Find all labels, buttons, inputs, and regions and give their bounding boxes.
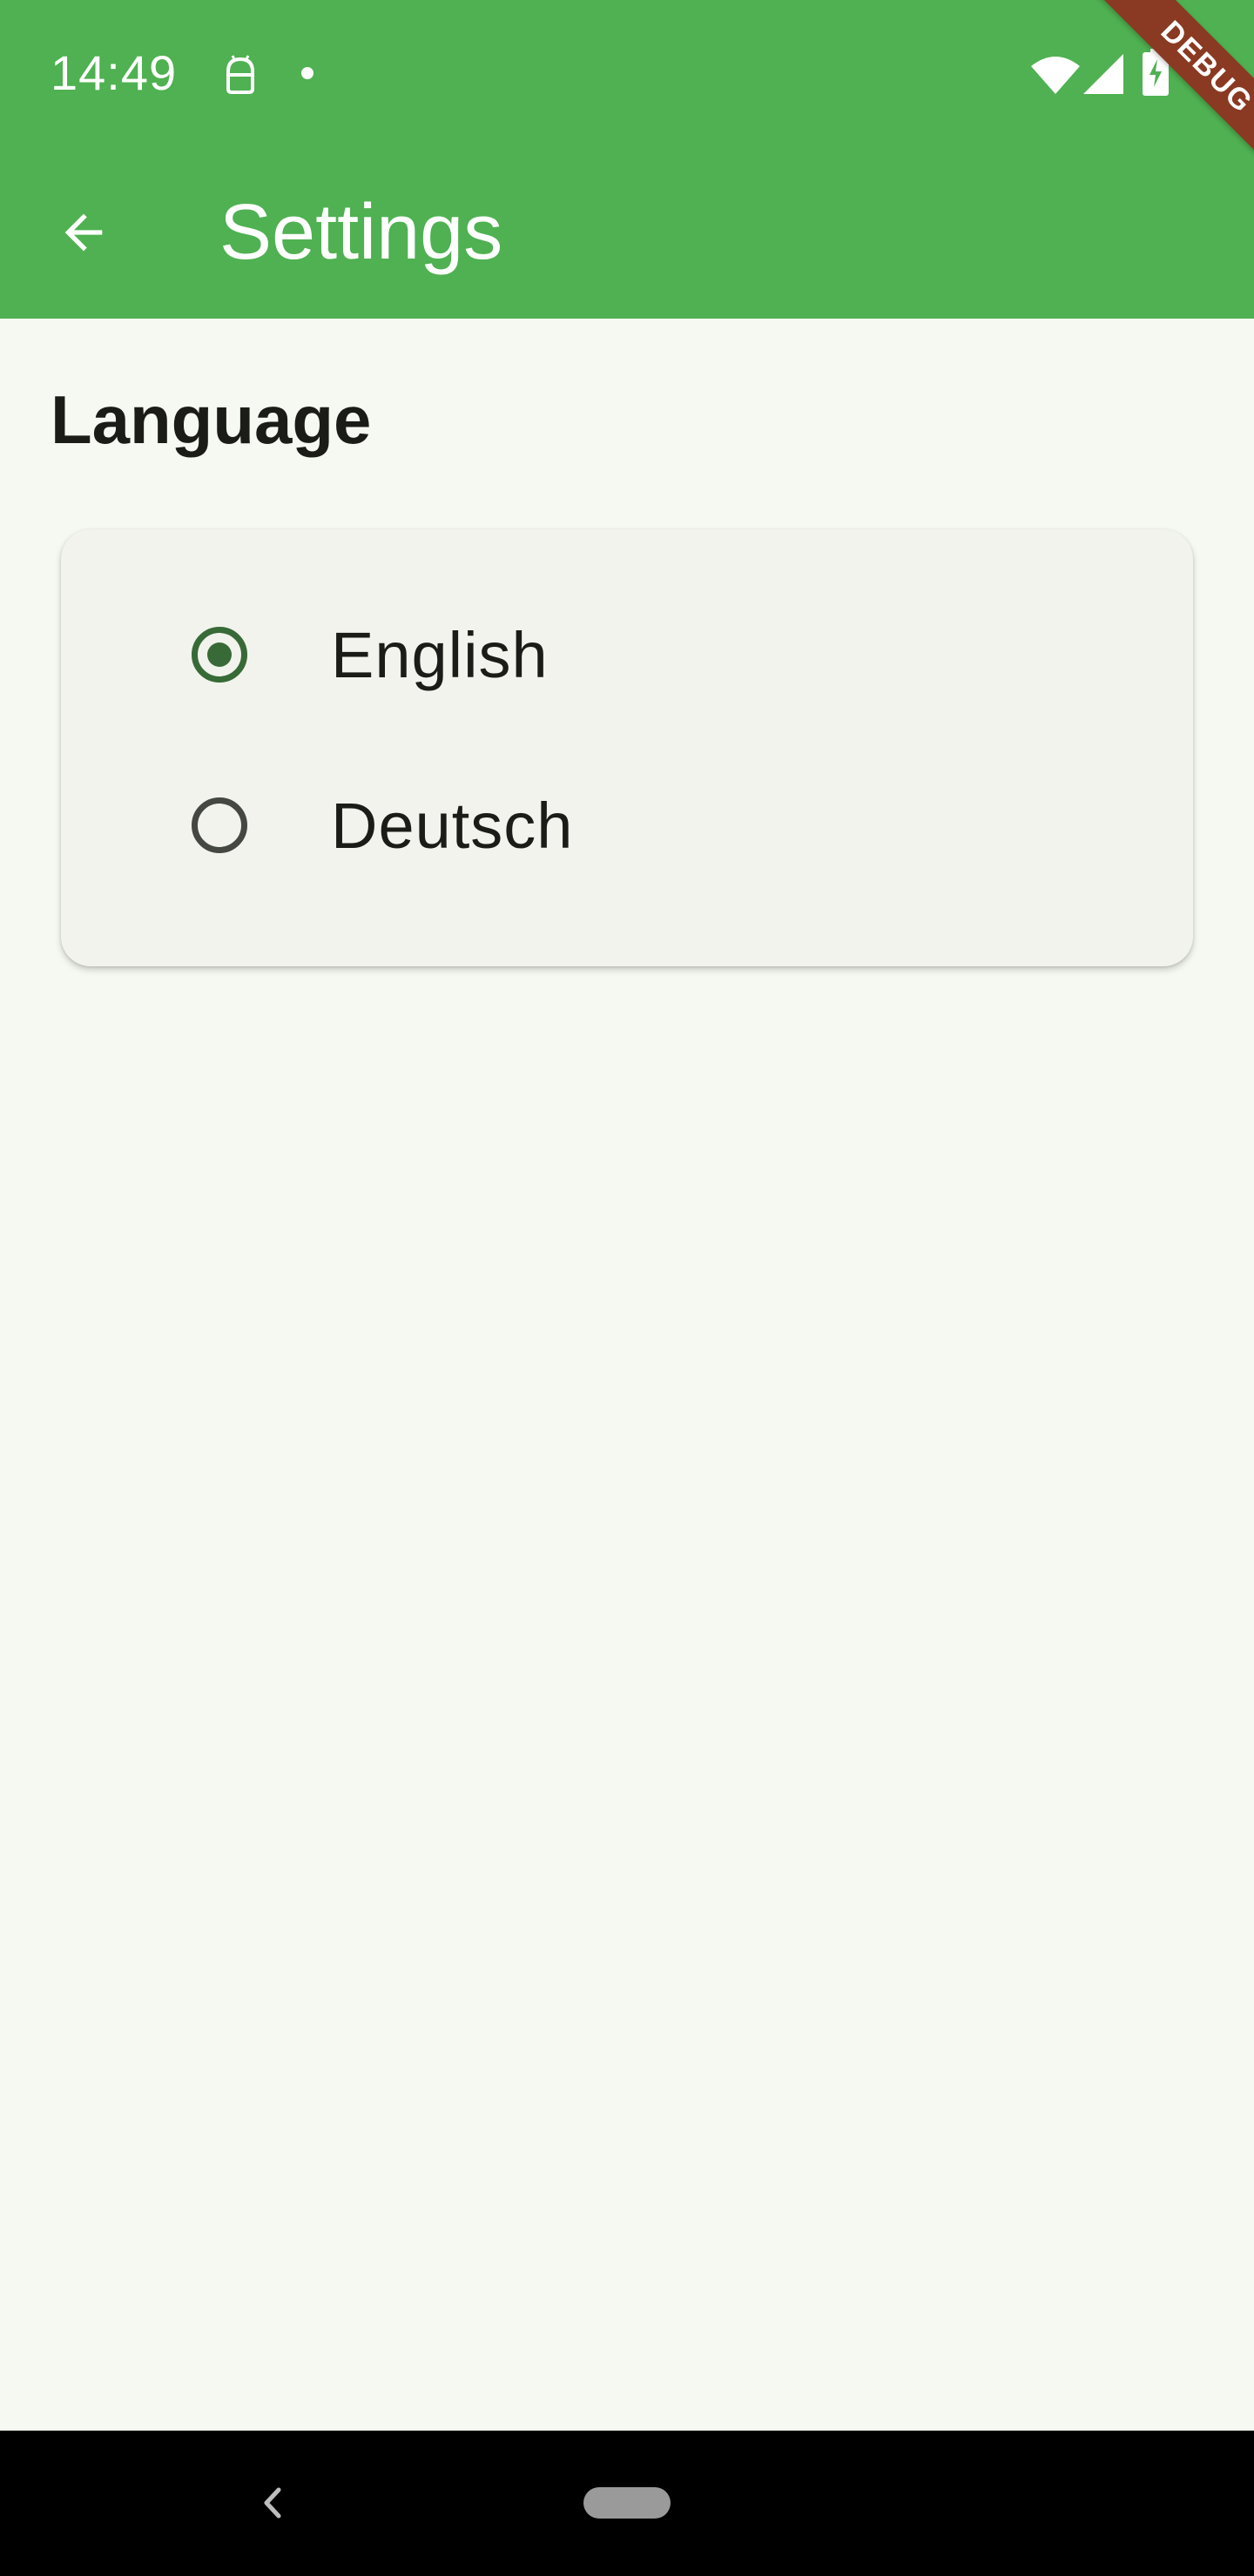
notification-dot-icon (301, 67, 314, 79)
page-title: Settings (219, 189, 503, 276)
radio-selected-icon[interactable] (192, 627, 247, 683)
radio-unselected-icon[interactable] (192, 797, 247, 853)
language-option-label: English (331, 619, 549, 691)
wifi-icon (1031, 57, 1080, 94)
status-bar: 14:49 (0, 0, 1254, 146)
language-options-card: English Deutsch (61, 529, 1193, 966)
app-bar: Settings (0, 146, 1254, 319)
language-section-title: Language (51, 381, 372, 458)
language-option-english[interactable]: English (61, 571, 1193, 736)
settings-screen: 14:49 Settings DEBUG Language English De… (0, 0, 1254, 2576)
language-option-deutsch[interactable]: Deutsch (61, 742, 1193, 907)
nav-back-icon[interactable] (249, 2474, 293, 2532)
cell-signal-icon (1083, 54, 1123, 94)
language-option-label: Deutsch (331, 790, 574, 862)
back-button[interactable] (40, 189, 127, 276)
status-time: 14:49 (51, 45, 178, 100)
nav-home-pill[interactable] (583, 2487, 671, 2519)
system-navigation-bar (0, 2431, 1254, 2576)
android-debug-icon (226, 55, 254, 94)
arrow-back-icon (64, 213, 103, 252)
